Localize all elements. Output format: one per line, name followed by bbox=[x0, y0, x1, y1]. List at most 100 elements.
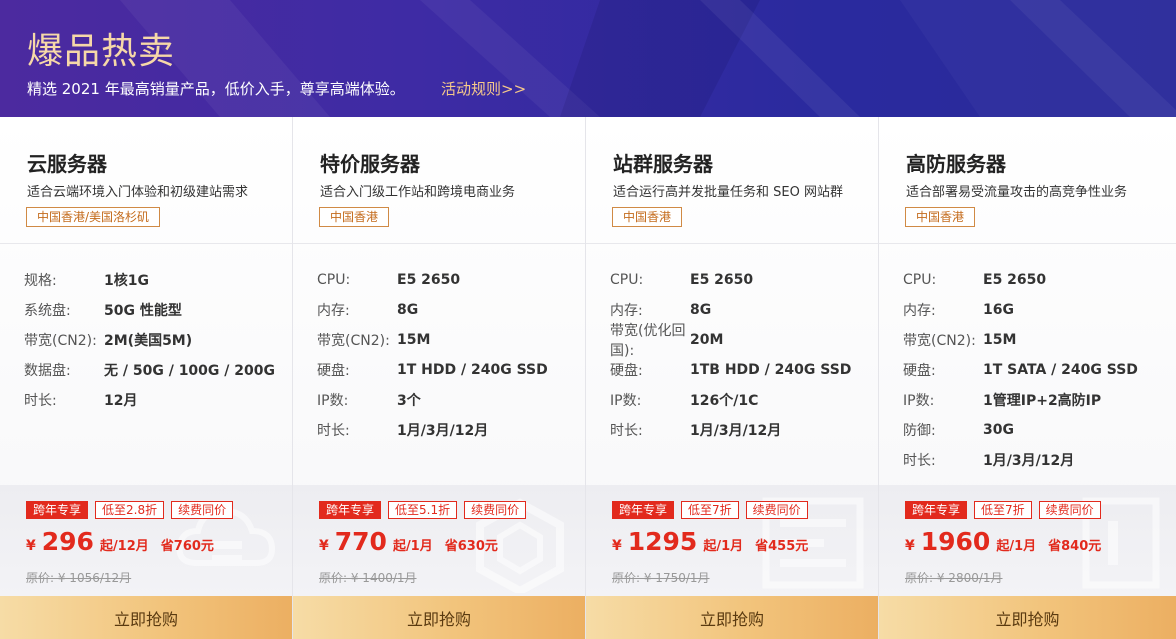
buy-now-button[interactable]: 立即抢购 bbox=[293, 596, 585, 639]
price-section: 跨年专享 低至7折 续费同价 ¥ 1295 起/1月 省455元 原价: ¥ 1… bbox=[586, 485, 878, 596]
card-title: 站群服务器 bbox=[613, 152, 713, 176]
price: 770 bbox=[334, 527, 387, 556]
savings: 省455元 bbox=[755, 539, 809, 554]
price: 296 bbox=[41, 527, 94, 556]
spec-key: 带宽(CN2): bbox=[317, 333, 390, 349]
spec-row: 防御: 30G bbox=[903, 415, 1138, 445]
spec-value: 1管理IP+2高防IP bbox=[983, 393, 1102, 409]
price-unit: 起/1月 bbox=[703, 539, 744, 554]
spec-list: 规格: 1核1G 系统盘: 50G 性能型 带宽(CN2): 2M(美国5M) 数据盘… bbox=[24, 265, 275, 415]
spec-key: 时长: bbox=[317, 423, 350, 439]
activity-rules-link[interactable]: 活动规则>> bbox=[441, 78, 526, 99]
spec-value: 1T HDD / 240G SSD bbox=[397, 362, 548, 378]
price: 1960 bbox=[920, 527, 991, 556]
renewal-badge: 续费同价 bbox=[171, 501, 234, 519]
spec-value: 1核1G bbox=[104, 273, 149, 289]
spec-value: 8G bbox=[397, 302, 419, 318]
spec-key: 硬盘: bbox=[610, 363, 643, 379]
savings: 省840元 bbox=[1048, 539, 1102, 554]
card-header: 特价服务器 适合入门级工作站和跨境电商业务 中国香港 bbox=[293, 117, 585, 244]
region-tag: 中国香港 bbox=[319, 207, 390, 227]
savings: 省630元 bbox=[444, 539, 498, 554]
spec-key: 规格: bbox=[24, 273, 57, 289]
spec-key: CPU: bbox=[903, 272, 937, 288]
buy-now-button[interactable]: 立即抢购 bbox=[0, 596, 292, 639]
promo-badges: 跨年专享 低至7折 续费同价 bbox=[905, 501, 1101, 519]
spec-key: 带宽(优化回国): bbox=[610, 323, 686, 359]
spec-key: IP数: bbox=[610, 393, 642, 409]
promo-badges: 跨年专享 低至7折 续费同价 bbox=[612, 501, 808, 519]
price-section: 跨年专享 低至2.8折 续费同价 ¥ 296 起/12月 省760元 原价: ¥… bbox=[0, 485, 292, 596]
spec-key: CPU: bbox=[610, 272, 644, 288]
product-cards: 云服务器 适合云端环境入门体验和初级建站需求 中国香港/美国洛杉矶 规格: 1核1… bbox=[0, 117, 1176, 639]
spec-key: 防御: bbox=[903, 423, 936, 439]
buy-now-button[interactable]: 立即抢购 bbox=[879, 596, 1176, 639]
discount-badge: 低至2.8折 bbox=[95, 501, 165, 519]
spec-key: 数据盘: bbox=[24, 363, 71, 379]
spec-value: E5 2650 bbox=[690, 272, 754, 288]
banner-title: 爆品热卖 bbox=[27, 31, 176, 72]
spec-row: 时长: 12月 bbox=[24, 385, 275, 415]
spec-value: 2M(美国5M) bbox=[104, 333, 193, 349]
price-line: ¥ 770 起/1月 省630元 bbox=[319, 527, 498, 556]
spec-value: 15M bbox=[397, 332, 431, 348]
spec-key: 内存: bbox=[610, 303, 643, 319]
currency-symbol: ¥ bbox=[319, 538, 329, 554]
spec-key: 硬盘: bbox=[317, 363, 350, 379]
original-price: 原价: ¥ 1056/12月 bbox=[26, 571, 132, 585]
product-card-cloud-server: 云服务器 适合云端环境入门体验和初级建站需求 中国香港/美国洛杉矶 规格: 1核1… bbox=[0, 117, 293, 639]
discount-badge: 低至7折 bbox=[681, 501, 739, 519]
spec-row: 时长: 1月/3月/12月 bbox=[610, 415, 851, 445]
original-price: 原价: ¥ 2800/1月 bbox=[905, 571, 1003, 585]
product-card-site-group-server: 站群服务器 适合运行高并发批量任务和 SEO 网站群 中国香港 CPU: E5 2… bbox=[586, 117, 879, 639]
discount-badge: 低至7折 bbox=[974, 501, 1032, 519]
spec-list: CPU: E5 2650 内存: 8G 带宽(CN2): 15M 硬盘: 1T HDD … bbox=[317, 265, 548, 445]
price-section: 跨年专享 低至5.1折 续费同价 ¥ 770 起/1月 省630元 原价: ¥ … bbox=[293, 485, 585, 596]
spec-value: 16G bbox=[983, 302, 1014, 318]
price: 1295 bbox=[627, 527, 698, 556]
spec-key: IP数: bbox=[903, 393, 935, 409]
card-description: 适合云端环境入门体验和初级建站需求 bbox=[27, 185, 249, 200]
spec-value: 1月/3月/12月 bbox=[690, 423, 782, 439]
card-header: 站群服务器 适合运行高并发批量任务和 SEO 网站群 中国香港 bbox=[586, 117, 878, 244]
spec-value: 1T SATA / 240G SSD bbox=[983, 362, 1138, 378]
price-unit: 起/1月 bbox=[996, 539, 1037, 554]
buy-now-button[interactable]: 立即抢购 bbox=[586, 596, 878, 639]
spec-key: 带宽(CN2): bbox=[903, 333, 976, 349]
spec-value: 12月 bbox=[104, 393, 138, 409]
renewal-badge: 续费同价 bbox=[464, 501, 527, 519]
spec-value: 3个 bbox=[397, 393, 421, 409]
region-tag: 中国香港/美国洛杉矶 bbox=[26, 207, 161, 227]
spec-row: 时长: 1月/3月/12月 bbox=[317, 415, 548, 445]
spec-row: 数据盘: 无 / 50G / 100G / 200G bbox=[24, 355, 275, 385]
spec-value: 1TB HDD / 240G SSD bbox=[690, 362, 852, 378]
banner-subtitle: 精选 2021 年最高销量产品，低价入手，尊享高端体验。 bbox=[27, 80, 405, 98]
spec-value: 50G 性能型 bbox=[104, 303, 182, 319]
spec-row: 带宽(CN2): 15M bbox=[903, 325, 1138, 355]
card-title: 特价服务器 bbox=[320, 152, 420, 176]
spec-row: 规格: 1核1G bbox=[24, 265, 275, 295]
price-section: 跨年专享 低至7折 续费同价 ¥ 1960 起/1月 省840元 原价: ¥ 2… bbox=[879, 485, 1176, 596]
region-tag: 中国香港 bbox=[905, 207, 976, 227]
spec-key: 时长: bbox=[610, 423, 643, 439]
banner-decoration bbox=[120, 0, 1176, 117]
price-unit: 起/12月 bbox=[99, 539, 149, 554]
spec-value: 1月/3月/12月 bbox=[397, 423, 489, 439]
spec-row: 内存: 16G bbox=[903, 295, 1138, 325]
card-header: 高防服务器 适合部署易受流量攻击的高竞争性业务 中国香港 bbox=[879, 117, 1176, 244]
spec-row: 系统盘: 50G 性能型 bbox=[24, 295, 275, 325]
spec-key: 时长: bbox=[903, 453, 936, 469]
renewal-badge: 续费同价 bbox=[745, 501, 808, 519]
spec-value: 15M bbox=[983, 332, 1017, 348]
original-price: 原价: ¥ 1750/1月 bbox=[612, 571, 710, 585]
price-unit: 起/1月 bbox=[392, 539, 433, 554]
spec-row: IP数: 3个 bbox=[317, 385, 548, 415]
spec-key: 系统盘: bbox=[24, 303, 71, 319]
discount-badge: 低至5.1折 bbox=[388, 501, 458, 519]
currency-symbol: ¥ bbox=[612, 538, 622, 554]
promo-badges: 跨年专享 低至5.1折 续费同价 bbox=[319, 501, 527, 519]
spec-value: 8G bbox=[690, 302, 712, 318]
promo-badge: 跨年专享 bbox=[26, 501, 89, 519]
spec-key: 硬盘: bbox=[903, 363, 936, 379]
card-description: 适合部署易受流量攻击的高竞争性业务 bbox=[906, 185, 1128, 200]
